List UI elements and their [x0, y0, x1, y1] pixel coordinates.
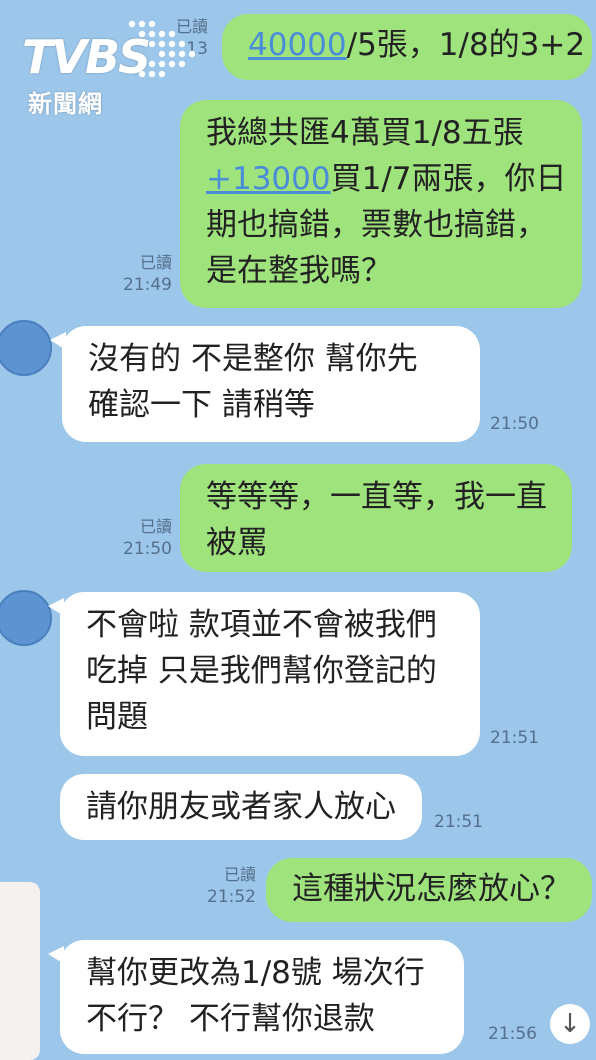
message-line: 請你朋友或者家人放心 [86, 789, 396, 825]
chat-log: 已讀 13 40000/5張，1/8的3+2 已讀 21:49 我總共匯4萬買1… [0, 0, 596, 1060]
message-line: 40000/5張，1/8的3+2 [248, 27, 586, 63]
read-receipt: 已讀 [223, 865, 256, 884]
message-time: 21:50 [490, 414, 539, 434]
message-time: 21:51 [490, 728, 539, 748]
outgoing-message-bubble[interactable]: 40000/5張，1/8的3+2 [222, 14, 592, 80]
message-line: 問題 [86, 699, 148, 735]
message-meta: 已讀 21:52 [207, 864, 256, 908]
arrow-down-icon: ↓ [559, 1009, 581, 1039]
tvbs-watermark-logo: TVBS 新聞網 [18, 14, 198, 118]
read-receipt: 已讀 [139, 253, 172, 272]
outgoing-message-bubble[interactable]: 我總共匯4萬買1/8五張 +13000買1/7兩張，你日 期也搞錯，票數也搞錯，… [180, 100, 582, 308]
outgoing-message-bubble[interactable]: 等等等，一直等，我一直 被罵 [180, 464, 572, 572]
message-line: 確認一下 請稍等 [88, 387, 315, 423]
message-line: 期也搞錯，票數也搞錯， [206, 207, 547, 243]
brand-name: TVBS [22, 30, 151, 84]
message-meta: 已讀 21:49 [123, 252, 172, 296]
message-meta: 已讀 21:50 [123, 516, 172, 560]
brand-subtitle: 新聞網 [28, 90, 103, 118]
outgoing-message-bubble[interactable]: 這種狀況怎麼放心？ [266, 858, 592, 922]
amount-link[interactable]: 40000 [248, 27, 347, 63]
message-time: 21:51 [434, 812, 483, 832]
message-line: 不會啦 款項並不會被我們 [86, 607, 437, 643]
message-line: +13000買1/7兩張，你日 [206, 161, 567, 197]
message-line: 幫你更改為1/8號 場次行 [86, 955, 425, 991]
message-line: 吃掉 只是我們幫你登記的 [86, 653, 437, 689]
scroll-down-button[interactable]: ↓ [550, 1004, 590, 1044]
message-line: 這種狀況怎麼放心？ [292, 871, 571, 907]
message-time: 21:52 [207, 887, 256, 907]
message-line: 被罵 [206, 525, 268, 561]
message-line: 我總共匯4萬買1/8五張 [206, 115, 524, 151]
read-receipt: 已讀 [139, 517, 172, 536]
contact-avatar[interactable] [0, 590, 52, 646]
amount-link[interactable]: +13000 [206, 161, 331, 197]
message-time: 21:49 [123, 275, 172, 295]
incoming-message-bubble[interactable]: 請你朋友或者家人放心 [60, 774, 422, 840]
message-line: 沒有的 不是整你 幫你先 [88, 341, 418, 377]
message-time: 21:50 [123, 539, 172, 559]
incoming-message-bubble[interactable]: 不會啦 款項並不會被我們 吃掉 只是我們幫你登記的 問題 [48, 592, 480, 756]
chat-screen: { "watermark": { "brand": "TVBS", "subti… [0, 0, 596, 1060]
incoming-message-bubble[interactable]: 沒有的 不是整你 幫你先 確認一下 請稍等 [50, 326, 480, 442]
sticker-image[interactable] [0, 882, 40, 1060]
message-time: 21:56 [488, 1024, 537, 1044]
message-line: 不行？ 不行幫你退款 [86, 1001, 375, 1037]
incoming-message-bubble[interactable]: 幫你更改為1/8號 場次行 不行？ 不行幫你退款 [48, 940, 464, 1054]
message-line: 是在整我嗎？ [206, 253, 392, 289]
contact-avatar[interactable] [0, 320, 52, 376]
message-line: 等等等，一直等，我一直 [206, 479, 547, 515]
